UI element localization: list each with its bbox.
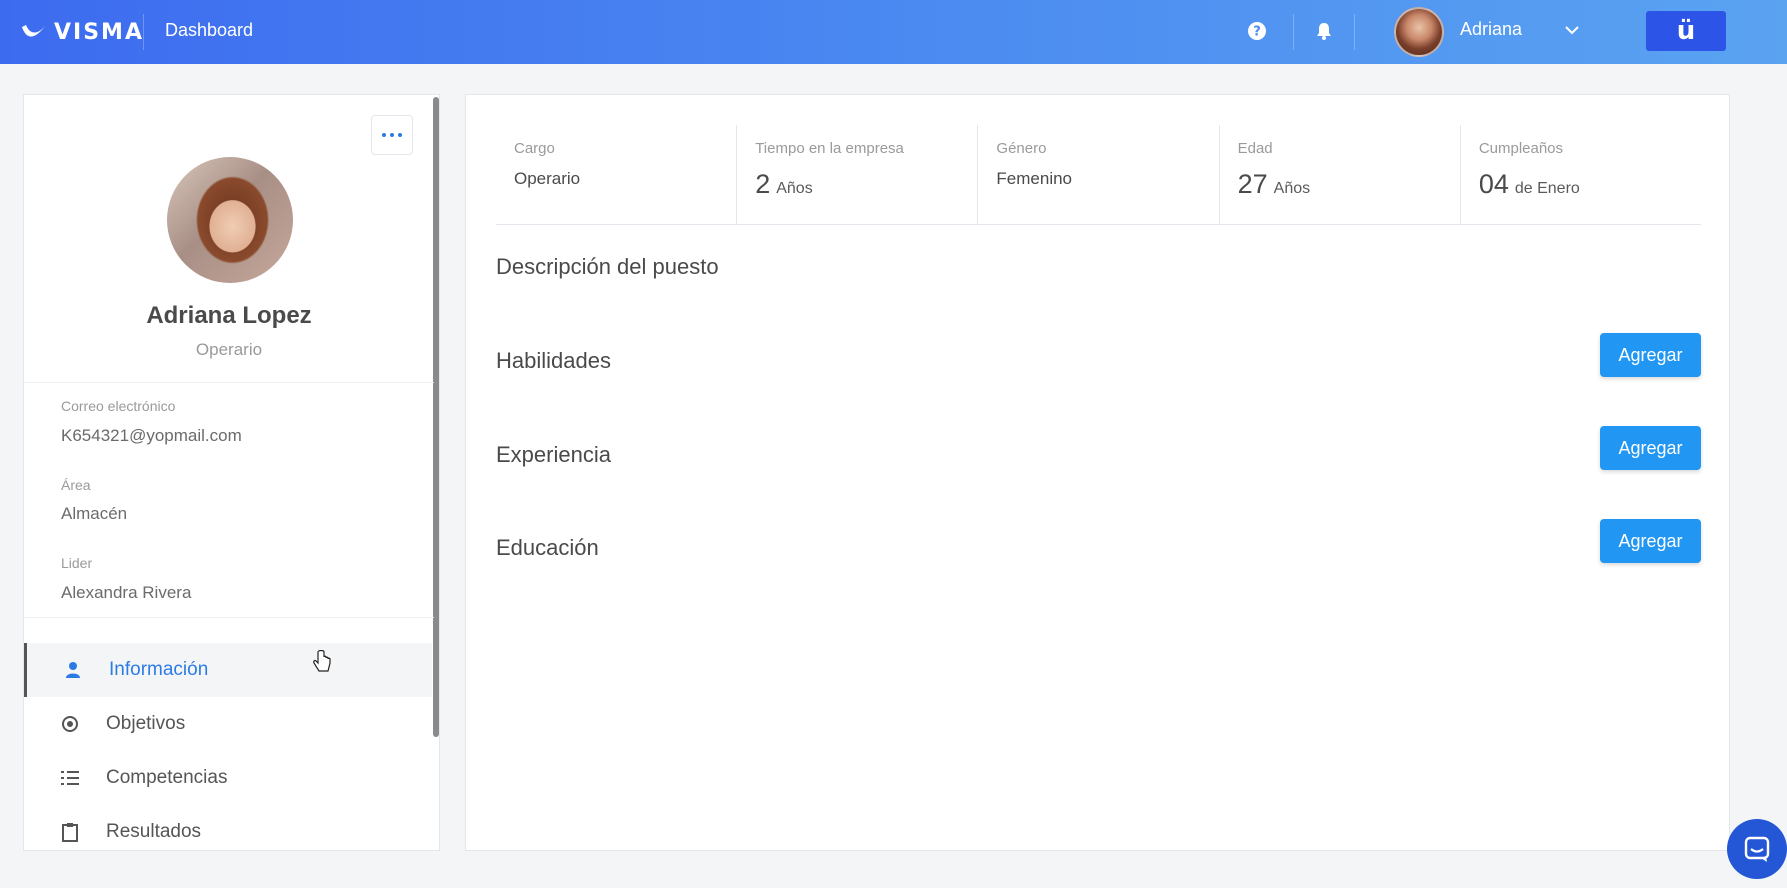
more-options-button[interactable]: [371, 115, 413, 155]
help-icon[interactable]: ?: [1246, 20, 1268, 42]
divider: [24, 382, 434, 383]
stat-label: Cumpleaños: [1478, 140, 1564, 157]
svg-text:?: ?: [1253, 25, 1261, 40]
clipboard-icon: [60, 822, 80, 842]
menu-item-resultados[interactable]: Resultados: [24, 805, 432, 850]
stat-number: 2: [755, 169, 771, 199]
profile-avatar: [167, 157, 293, 283]
target-icon: [60, 714, 80, 734]
header-divider: [1354, 14, 1355, 50]
logo-wordmark: VISMA: [54, 19, 144, 45]
menu-item-objetivos[interactable]: Objetivos: [24, 697, 432, 751]
stat-tenure: Tiempo en la empresa 2 Años: [737, 125, 979, 224]
education-title: Educación: [496, 535, 599, 560]
notification-bell-icon[interactable]: [1313, 20, 1335, 42]
stat-value: 04 de Enero: [1479, 169, 1701, 200]
visma-swoosh-icon: [22, 25, 46, 37]
sidebar-scrollbar[interactable]: [433, 97, 439, 737]
add-education-button[interactable]: Agregar: [1600, 519, 1701, 563]
menu-label: Información: [109, 659, 209, 680]
dot-icon: [382, 133, 386, 137]
experience-title: Experiencia: [496, 442, 611, 467]
menu-label: Objetivos: [106, 713, 186, 734]
stat-gender: Género Femenino: [978, 125, 1220, 224]
user-icon: [63, 660, 83, 680]
profile-sidebar: Adriana Lopez Operario Correo electrónic…: [23, 94, 440, 851]
stat-number: 27: [1237, 169, 1268, 199]
job-description-title: Descripción del puesto: [496, 254, 719, 279]
stat-value: Operario: [514, 169, 581, 188]
brand-app-button[interactable]: ü: [1646, 11, 1726, 51]
user-name-label[interactable]: Adriana: [1460, 19, 1522, 40]
information-panel: Cargo Operario Tiempo en la empresa 2 Año…: [465, 94, 1730, 851]
profile-name: Adriana Lopez: [146, 302, 312, 329]
email-value: K654321@yopmail.com: [61, 426, 242, 445]
dot-icon: [390, 133, 394, 137]
stat-unit: de Enero: [1514, 180, 1580, 197]
header-divider: [143, 14, 144, 50]
stat-cargo: Cargo Operario: [496, 125, 738, 224]
stat-birthday: Cumpleaños 04 de Enero: [1461, 125, 1701, 224]
area-value: Almacén: [61, 504, 128, 523]
stat-label: Cargo: [514, 140, 555, 157]
menu-item-competencias[interactable]: Competencias: [24, 751, 432, 805]
stat-unit: Años: [1273, 180, 1311, 197]
add-skill-button[interactable]: Agregar: [1600, 333, 1701, 377]
stat-value: Femenino: [996, 169, 1073, 188]
brand-glyph: ü: [1676, 16, 1696, 46]
top-navigation-bar: VISMA Dashboard ? Adriana ü: [0, 0, 1787, 64]
chat-support-button[interactable]: [1727, 819, 1787, 879]
visma-logo[interactable]: VISMA: [20, 18, 144, 46]
leader-value: Alexandra Rivera: [61, 583, 192, 602]
profile-role: Operario: [195, 340, 263, 359]
skills-title: Habilidades: [496, 348, 611, 373]
menu-label: Competencias: [106, 767, 228, 788]
list-icon: [60, 768, 80, 788]
stat-value: 2 Años: [755, 169, 977, 200]
stat-unit: Años: [776, 180, 813, 197]
email-label: Correo electrónico: [61, 398, 176, 414]
menu-label: Resultados: [106, 821, 202, 842]
stat-value: 27 Años: [1238, 169, 1460, 200]
divider: [24, 617, 434, 618]
summary-stats: Cargo Operario Tiempo en la empresa 2 Año…: [496, 125, 1701, 225]
header-divider: [1293, 14, 1294, 50]
stat-number: 04: [1478, 169, 1509, 199]
dashboard-link[interactable]: Dashboard: [165, 20, 253, 41]
stat-label: Tiempo en la empresa: [755, 140, 904, 157]
chat-icon: [1744, 836, 1770, 862]
chevron-down-icon[interactable]: [1564, 22, 1580, 40]
area-label: Área: [61, 477, 91, 493]
stat-label: Edad: [1237, 140, 1273, 157]
stat-age: Edad 27 Años: [1220, 125, 1461, 224]
dot-icon: [398, 133, 402, 137]
add-experience-button[interactable]: Agregar: [1600, 426, 1701, 470]
hand-cursor-icon: [312, 649, 332, 679]
stat-label: Género: [996, 140, 1047, 157]
menu-item-informacion[interactable]: Información: [24, 643, 432, 697]
user-avatar[interactable]: [1394, 7, 1444, 57]
leader-label: Lider: [61, 555, 93, 571]
